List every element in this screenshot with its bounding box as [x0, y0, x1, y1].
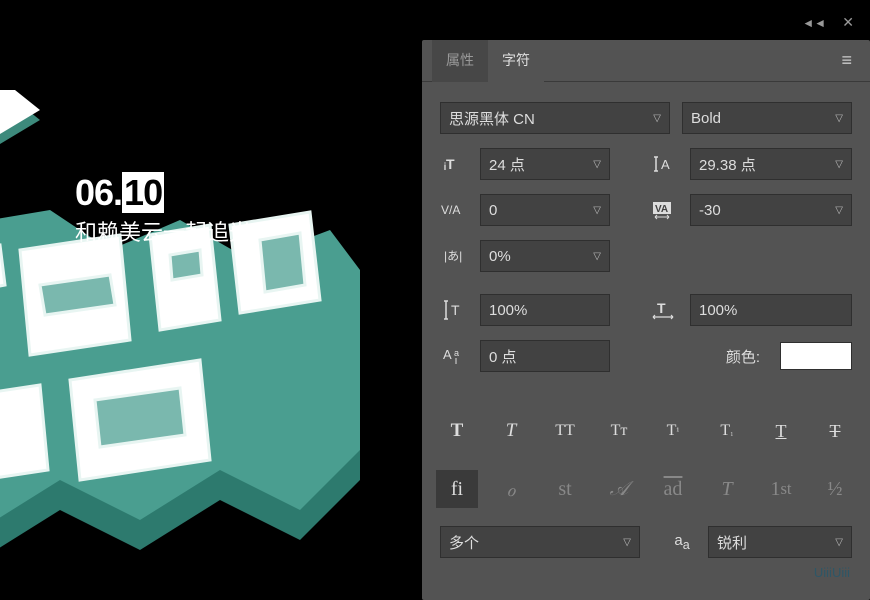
leading-icon: A — [650, 150, 678, 178]
svg-text:A: A — [661, 157, 670, 172]
contextual-alt-button[interactable]: ℴ — [490, 470, 532, 508]
panel-body: 思源黑体 CN ▽ Bold ▽ ᵢT 24 点 ▽ A — [422, 82, 870, 396]
vertical-scale-input[interactable]: 100% — [480, 294, 610, 326]
tsume-value: 0% — [489, 248, 511, 265]
chevron-down-icon: ▽ — [835, 159, 843, 170]
tracking-icon: VA — [650, 196, 678, 224]
character-panel: 属性 字符 ≡ 思源黑体 CN ▽ Bold ▽ ᵢT 24 点 — [422, 40, 870, 600]
allcaps-button[interactable]: TT — [544, 414, 586, 448]
titling-alt-button[interactable]: T — [706, 470, 748, 508]
font-style-value: Bold — [691, 110, 721, 127]
chevron-down-icon: ▽ — [835, 205, 843, 216]
stylistic-alt-button[interactable]: ad — [652, 470, 694, 508]
close-icon[interactable]: ✕ — [842, 14, 854, 31]
strikethrough-button[interactable]: T — [814, 414, 856, 448]
subscript-button[interactable]: T₁ — [706, 414, 748, 448]
ligatures-button[interactable]: fi — [436, 470, 478, 508]
superscript-button[interactable]: T¹ — [652, 414, 694, 448]
chevron-down-icon: ▽ — [829, 113, 843, 124]
italic-button[interactable]: T — [490, 414, 532, 448]
vertical-scale-value: 100% — [489, 302, 527, 319]
svg-text:T: T — [451, 302, 460, 318]
antialias-value: 锐利 — [717, 532, 747, 553]
chevron-down-icon: ▽ — [647, 113, 661, 124]
canvas-3d-artwork — [0, 90, 400, 600]
bold-button[interactable]: T — [436, 414, 478, 448]
svg-text:A: A — [443, 347, 452, 362]
fractions-button[interactable]: ½ — [814, 470, 856, 508]
tsume-input[interactable]: 0% ▽ — [480, 240, 610, 272]
language-value: 多个 — [449, 532, 479, 553]
text-style-buttons: T T TT Tᴛ T¹ T₁ T T — [422, 396, 870, 456]
font-size-value: 24 点 — [489, 154, 525, 175]
collapse-icon[interactable]: ◄◄ — [802, 16, 826, 30]
tab-properties[interactable]: 属性 — [432, 40, 488, 82]
horizontal-scale-icon: T — [650, 296, 678, 324]
opentype-buttons: fi ℴ st 𝒜 ad T 1st ½ — [422, 456, 870, 526]
smallcaps-button[interactable]: Tᴛ — [598, 414, 640, 448]
horizontal-scale-value: 100% — [699, 302, 737, 319]
canvas-area[interactable]: 06.10 和赖美云一起追光 — [0, 0, 400, 600]
baseline-shift-value: 0 点 — [489, 346, 517, 367]
antialias-dropdown[interactable]: 锐利 ▽ — [708, 526, 852, 558]
svg-text:V/A: V/A — [441, 203, 460, 217]
chevron-down-icon: ▽ — [593, 251, 601, 262]
font-size-input[interactable]: 24 点 ▽ — [480, 148, 610, 180]
panel-menu-icon[interactable]: ≡ — [833, 46, 860, 75]
date-prefix: 06. — [75, 172, 122, 213]
tracking-value: -30 — [699, 202, 721, 219]
discretionary-lig-button[interactable]: st — [544, 470, 586, 508]
kerning-value: 0 — [489, 202, 497, 219]
baseline-shift-input[interactable]: 0 点 — [480, 340, 610, 372]
tsume-icon: |あ| — [440, 242, 468, 270]
color-swatch[interactable] — [780, 342, 852, 370]
kerning-icon: V/A — [440, 196, 468, 224]
chevron-down-icon: ▽ — [829, 537, 843, 548]
tab-character[interactable]: 字符 — [488, 40, 544, 82]
watermark: UiiiUiii — [814, 565, 850, 580]
canvas-date-text[interactable]: 06.10 — [75, 172, 164, 214]
chevron-down-icon: ▽ — [617, 537, 631, 548]
font-family-dropdown[interactable]: 思源黑体 CN ▽ — [440, 102, 670, 134]
baseline-shift-icon: Aa — [440, 342, 468, 370]
font-size-icon: ᵢT — [440, 150, 468, 178]
font-style-dropdown[interactable]: Bold ▽ — [682, 102, 852, 134]
horizontal-scale-input[interactable]: 100% — [690, 294, 852, 326]
tracking-input[interactable]: -30 ▽ — [690, 194, 852, 226]
svg-text:T: T — [657, 300, 666, 316]
panel-tabs: 属性 字符 ≡ — [422, 40, 870, 82]
vertical-scale-icon: T — [440, 296, 468, 324]
chevron-down-icon: ▽ — [593, 205, 601, 216]
font-family-value: 思源黑体 CN — [449, 108, 535, 129]
svg-text:ᵢT: ᵢT — [444, 156, 455, 172]
svg-text:a: a — [454, 348, 459, 358]
kerning-input[interactable]: 0 ▽ — [480, 194, 610, 226]
ordinals-button[interactable]: 1st — [760, 470, 802, 508]
language-dropdown[interactable]: 多个 ▽ — [440, 526, 640, 558]
color-label: 颜色: — [726, 346, 760, 367]
leading-input[interactable]: 29.38 点 ▽ — [690, 148, 852, 180]
character-panel-container: ◄◄ ✕ 属性 字符 ≡ 思源黑体 CN ▽ Bold ▽ ᵢT — [400, 0, 870, 600]
leading-value: 29.38 点 — [699, 154, 756, 175]
swash-button[interactable]: 𝒜 — [598, 470, 640, 508]
date-highlight: 10 — [122, 172, 164, 213]
svg-text:|あ|: |あ| — [444, 249, 462, 263]
antialias-icon: aa — [668, 528, 696, 556]
underline-button[interactable]: T — [760, 414, 802, 448]
canvas-subtitle[interactable]: 和赖美云一起追光 — [75, 215, 251, 247]
chevron-down-icon: ▽ — [593, 159, 601, 170]
svg-text:VA: VA — [655, 204, 668, 215]
